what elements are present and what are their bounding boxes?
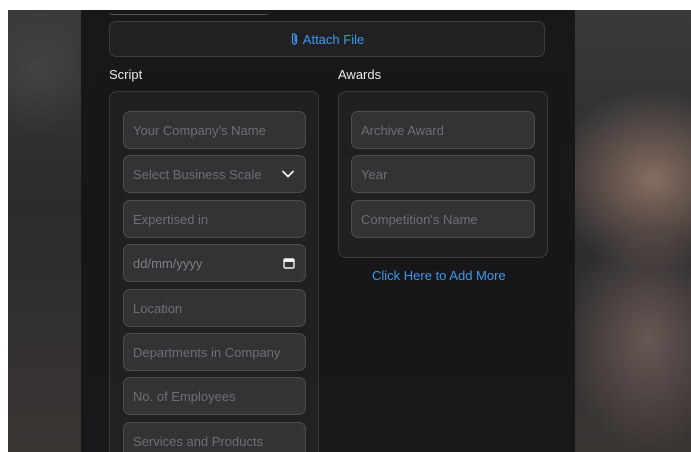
calendar-icon[interactable] bbox=[283, 257, 295, 269]
expertised-input[interactable]: Expertised in bbox=[123, 200, 306, 238]
attach-file-button[interactable]: Attach File bbox=[109, 21, 545, 57]
employees-input[interactable]: No. of Employees bbox=[123, 377, 306, 415]
awards-card: Archive Award Year Competition's Name bbox=[338, 91, 548, 258]
date-input[interactable]: dd/mm/yyyy bbox=[123, 244, 306, 282]
services-input[interactable]: Services and Products bbox=[123, 422, 306, 452]
company-name-input[interactable]: Your Company's Name bbox=[123, 111, 306, 149]
services-placeholder: Services and Products bbox=[133, 433, 264, 449]
awards-heading: Awards bbox=[338, 67, 382, 82]
script-heading: Script bbox=[109, 67, 143, 82]
chevron-down-icon bbox=[281, 169, 295, 179]
departments-input[interactable]: Departments in Company bbox=[123, 333, 306, 371]
year-input[interactable]: Year bbox=[351, 155, 535, 193]
attach-file-label: Attach File bbox=[302, 31, 365, 47]
year-placeholder: Year bbox=[361, 166, 388, 182]
archive-award-placeholder: Archive Award bbox=[361, 122, 444, 138]
script-card: Your Company's Name Select Business Scal… bbox=[109, 91, 319, 452]
location-placeholder: Location bbox=[133, 300, 183, 316]
location-input[interactable]: Location bbox=[123, 289, 306, 327]
competition-name-placeholder: Competition's Name bbox=[361, 211, 478, 227]
page-background: Attach File Script Awards Your Company's… bbox=[8, 10, 691, 452]
business-scale-value: Select Business Scale bbox=[133, 166, 262, 182]
paperclip-icon bbox=[290, 32, 299, 46]
business-scale-select[interactable]: Select Business Scale bbox=[123, 155, 306, 193]
company-name-placeholder: Your Company's Name bbox=[133, 122, 266, 138]
date-placeholder: dd/mm/yyyy bbox=[133, 255, 203, 271]
form-panel: Attach File Script Awards Your Company's… bbox=[81, 10, 575, 452]
archive-award-input[interactable]: Archive Award bbox=[351, 111, 535, 149]
section-divider bbox=[109, 10, 269, 15]
expertised-placeholder: Expertised in bbox=[133, 211, 209, 227]
employees-placeholder: No. of Employees bbox=[133, 388, 236, 404]
departments-placeholder: Departments in Company bbox=[133, 344, 281, 360]
add-more-link[interactable]: Click Here to Add More bbox=[372, 268, 506, 283]
competition-name-input[interactable]: Competition's Name bbox=[351, 200, 535, 238]
